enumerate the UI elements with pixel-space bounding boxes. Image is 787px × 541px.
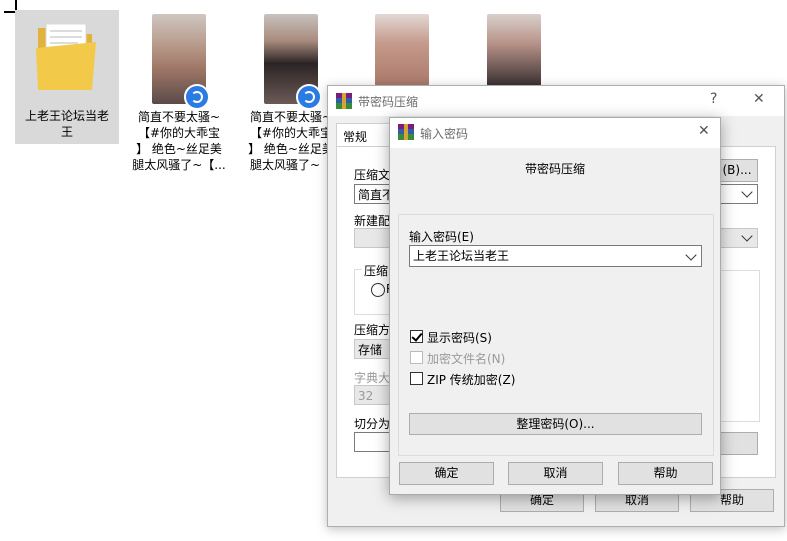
video-player-badge-icon	[296, 84, 322, 110]
format-label: 压缩	[362, 262, 391, 279]
zip-legacy-encryption-label: ZIP 传统加密(Z)	[427, 373, 516, 387]
chevron-down-icon	[741, 186, 753, 198]
folder-name-line2: 王	[60, 125, 73, 139]
winrar-icon	[336, 93, 352, 109]
show-password-checkbox[interactable]	[410, 330, 423, 343]
parameters-button[interactable]	[716, 432, 758, 455]
close-icon[interactable]: ✕	[753, 91, 765, 107]
close-icon[interactable]: ✕	[698, 123, 710, 139]
winrar-icon	[398, 124, 414, 140]
help-icon[interactable]: ?	[710, 91, 717, 107]
profile-select[interactable]	[354, 228, 394, 248]
split-label: 切分为	[354, 417, 391, 431]
show-password-label: 显示密码(S)	[427, 331, 492, 345]
enter-password-dialog: 输入密码 ✕ 带密码压缩 输入密码(E) 上老王论坛当老王 显示密码(S) 加密…	[389, 117, 721, 495]
chevron-down-icon	[741, 230, 753, 242]
format-radio[interactable]	[371, 283, 385, 297]
video-player-badge-icon	[184, 84, 210, 110]
video-name-line4: 腿太风骚了~【...	[132, 158, 226, 172]
dictionary-label: 字典大	[354, 371, 391, 385]
dictionary-select[interactable]: 32	[354, 385, 394, 405]
video-name-line3: 】 绝色~丝足美	[136, 142, 222, 156]
chevron-down-icon	[685, 249, 697, 261]
archive-dialog-titlebar: 带密码压缩 ? ✕	[328, 86, 784, 116]
password-dialog-title: 输入密码	[420, 127, 469, 141]
password-ok-button[interactable]: 确定	[399, 462, 494, 485]
video-thumbnail	[375, 14, 429, 86]
desktop-video-item[interactable]	[462, 10, 566, 90]
encrypt-filenames-label: 加密文件名(N)	[427, 352, 506, 366]
zip-legacy-encryption-checkbox[interactable]	[410, 372, 423, 385]
archive-dialog-title: 带密码压缩	[358, 95, 419, 109]
split-volume-field[interactable]	[354, 432, 394, 452]
update-mode-select[interactable]	[716, 228, 758, 248]
desktop-video-item[interactable]	[350, 10, 454, 90]
method-select[interactable]: 存储	[354, 339, 394, 359]
password-field[interactable]: 上老王论坛当老王	[409, 245, 702, 267]
video-name-line1: 简直不要太骚~	[137, 110, 221, 124]
archive-name-field[interactable]: 简直不	[354, 184, 394, 204]
password-dialog-heading: 带密码压缩	[524, 162, 585, 176]
password-cancel-button[interactable]: 取消	[508, 462, 603, 485]
tab-general-label: 常规	[343, 130, 368, 144]
video-name-line2: 【#你的大乖宝	[137, 126, 221, 140]
method-label: 压缩方	[354, 323, 391, 337]
browse-button[interactable]: (B)...	[716, 159, 758, 182]
desktop-folder-item[interactable]: 上老王论坛当老 王	[15, 10, 119, 144]
options-groupbox	[716, 270, 760, 422]
password-help-button[interactable]: 帮助	[618, 462, 713, 485]
password-dialog-titlebar: 输入密码 ✕	[390, 118, 720, 148]
desktop-video-item[interactable]: 简直不要太骚~ 【#你的大乖宝 】 绝色~丝足美 腿太风骚了~【...	[127, 10, 231, 180]
archive-name-label: 压缩文	[354, 168, 391, 182]
tab-general[interactable]: 常规	[336, 123, 390, 148]
organize-passwords-button[interactable]: 整理密码(O)...	[409, 413, 702, 435]
checkmark-icon	[411, 330, 423, 342]
profile-label: 新建配	[354, 214, 391, 228]
encrypt-filenames-checkbox[interactable]	[410, 351, 423, 364]
password-label: 输入密码(E)	[409, 230, 474, 244]
archive-name-dropdown[interactable]	[716, 184, 758, 204]
video-thumbnail	[487, 14, 541, 86]
password-value: 上老王论坛当老王	[413, 249, 510, 263]
folder-icon	[34, 20, 98, 96]
folder-name-line1: 上老王论坛当老	[24, 109, 109, 123]
